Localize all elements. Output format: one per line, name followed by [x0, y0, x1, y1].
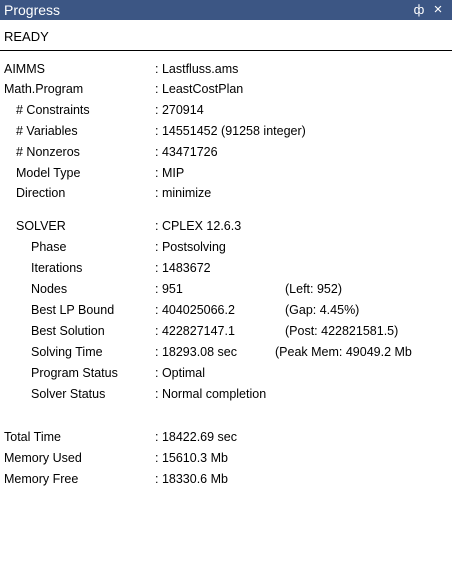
- progress-panel: AIMMS : Lastfluss.ams Math.Program : Lea…: [0, 52, 452, 577]
- label-memory-free: Memory Free: [4, 472, 79, 486]
- value-constraints: : 270914: [155, 103, 204, 117]
- value-solver: : CPLEX 12.6.3: [155, 219, 242, 233]
- row-solver-status: Solver Status : Normal completion: [0, 384, 452, 404]
- extra-nodes: (Left: 952): [285, 282, 342, 296]
- status-text: READY: [4, 29, 49, 44]
- value-solver-status: : Normal completion: [155, 387, 267, 401]
- row-direction: Direction : minimize: [0, 183, 452, 203]
- label-math-program: Math.Program: [4, 82, 84, 96]
- label-phase: Phase: [31, 240, 67, 254]
- label-aimms: AIMMS: [4, 62, 45, 76]
- value-math-program: : LeastCostPlan: [155, 82, 244, 96]
- label-solver: SOLVER: [16, 219, 66, 233]
- row-nodes: Nodes : 951 (Left: 952): [0, 279, 452, 299]
- value-memory-used: : 15610.3 Mb: [155, 451, 228, 465]
- close-icon[interactable]: ×: [430, 0, 446, 20]
- label-nonzeros: # Nonzeros: [16, 145, 80, 159]
- row-variables: # Variables : 14551452 (91258 integer): [0, 121, 452, 141]
- value-model-type: : MIP: [155, 166, 185, 180]
- label-model-type: Model Type: [16, 166, 81, 180]
- status-bar: READY: [0, 20, 452, 51]
- value-memory-free: : 18330.6 Mb: [155, 472, 228, 486]
- label-best-solution: Best Solution: [31, 324, 105, 338]
- label-variables: # Variables: [16, 124, 78, 138]
- row-program-status: Program Status : Optimal: [0, 363, 452, 383]
- label-total-time: Total Time: [4, 430, 61, 444]
- extra-solving-time: (Peak Mem: 49049.2 Mb: [275, 345, 412, 359]
- value-solving-time: : 18293.08 sec: [155, 345, 238, 359]
- label-program-status: Program Status: [31, 366, 118, 380]
- extra-best-solution: (Post: 422821581.5): [285, 324, 399, 338]
- value-phase: : Postsolving: [155, 240, 226, 254]
- label-solver-status: Solver Status: [31, 387, 106, 401]
- row-model-type: Model Type : MIP: [0, 163, 452, 183]
- row-math-program: Math.Program : LeastCostPlan: [0, 79, 452, 99]
- row-total-time: Total Time : 18422.69 sec: [0, 427, 452, 447]
- window-title: Progress: [4, 2, 61, 18]
- row-memory-used: Memory Used : 15610.3 Mb: [0, 448, 452, 468]
- label-constraints: # Constraints: [16, 103, 90, 117]
- row-constraints: # Constraints : 270914: [0, 100, 452, 120]
- pin-icon[interactable]: ф: [412, 0, 426, 20]
- label-memory-used: Memory Used: [4, 451, 82, 465]
- label-solving-time: Solving Time: [31, 345, 103, 359]
- row-best-solution: Best Solution : 422827147.1 (Post: 42282…: [0, 321, 452, 341]
- row-aimms: AIMMS : Lastfluss.ams: [0, 59, 452, 79]
- label-direction: Direction: [16, 186, 66, 200]
- row-memory-free: Memory Free : 18330.6 Mb: [0, 469, 452, 489]
- row-nonzeros: # Nonzeros : 43471726: [0, 142, 452, 162]
- value-iterations: : 1483672: [155, 261, 211, 275]
- value-variables: : 14551452 (91258 integer): [155, 124, 306, 138]
- value-total-time: : 18422.69 sec: [155, 430, 238, 444]
- value-direction: : minimize: [155, 186, 212, 200]
- value-nodes: : 951: [155, 282, 183, 296]
- value-nonzeros: : 43471726: [155, 145, 218, 159]
- row-solver: SOLVER : CPLEX 12.6.3: [0, 216, 452, 236]
- row-solving-time: Solving Time : 18293.08 sec (Peak Mem: 4…: [0, 342, 452, 362]
- extra-best-lp-bound: (Gap: 4.45%): [285, 303, 360, 317]
- row-best-lp-bound: Best LP Bound : 404025066.2 (Gap: 4.45%): [0, 300, 452, 320]
- value-program-status: : Optimal: [155, 366, 206, 380]
- row-phase: Phase : Postsolving: [0, 237, 452, 257]
- label-best-lp-bound: Best LP Bound: [31, 303, 115, 317]
- label-iterations: Iterations: [31, 261, 83, 275]
- value-best-solution: : 422827147.1: [155, 324, 235, 338]
- label-nodes: Nodes: [31, 282, 68, 296]
- row-iterations: Iterations : 1483672: [0, 258, 452, 278]
- value-best-lp-bound: : 404025066.2: [155, 303, 235, 317]
- value-aimms: : Lastfluss.ams: [155, 62, 239, 76]
- title-bar: Progress ф ×: [0, 0, 452, 20]
